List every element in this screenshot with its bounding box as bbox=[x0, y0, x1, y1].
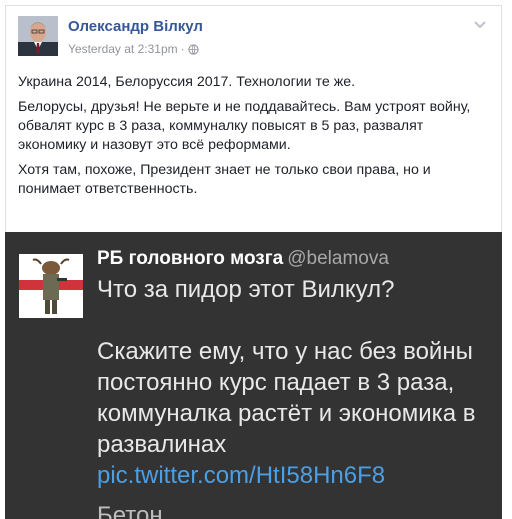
tweet-avatar[interactable] bbox=[19, 254, 83, 318]
tweet-handle[interactable]: @belamova bbox=[287, 248, 389, 269]
meta-separator: · bbox=[180, 42, 185, 56]
post-meta: Yesterday at 2:31pm · bbox=[68, 42, 199, 56]
tweet-display-name[interactable]: РБ головного мозга bbox=[97, 248, 283, 269]
chevron-down-icon[interactable] bbox=[473, 20, 487, 30]
tweet-card: РБ головного мозга @belamova Что за пидор… bbox=[5, 232, 502, 519]
tweet-link[interactable]: pic.twitter.com/HtI58Hn6F8 bbox=[97, 460, 492, 491]
tweet-author[interactable]: РБ головного мозга @belamova bbox=[97, 248, 389, 270]
globe-icon[interactable] bbox=[188, 43, 199, 55]
tweet-text: Что за пидор этот Вилкул? Скажите ему, ч… bbox=[97, 274, 492, 491]
post-body: Украина 2014, Белоруссия 2017. Технологи… bbox=[18, 73, 491, 205]
facebook-post-card: Олександр Вілкул Yesterday at 2:31pm · У… bbox=[5, 5, 502, 233]
tweet-paragraph: Что за пидор этот Вилкул? bbox=[97, 276, 395, 303]
tweet-cut-off-text: Бетон... bbox=[97, 502, 183, 519]
post-timestamp[interactable]: Yesterday at 2:31pm bbox=[68, 42, 178, 56]
post-paragraph: Белорусы, друзья! Не верьте и не поддава… bbox=[18, 99, 471, 153]
author-avatar[interactable] bbox=[18, 16, 58, 56]
post-paragraph: Хотя там, похоже, Президент знает не тол… bbox=[18, 162, 431, 197]
post-paragraph: Украина 2014, Белоруссия 2017. Технологи… bbox=[18, 74, 356, 90]
tweet-paragraph: Скажите ему, что у нас без войны постоян… bbox=[97, 338, 476, 458]
author-name[interactable]: Олександр Вілкул bbox=[68, 18, 203, 35]
